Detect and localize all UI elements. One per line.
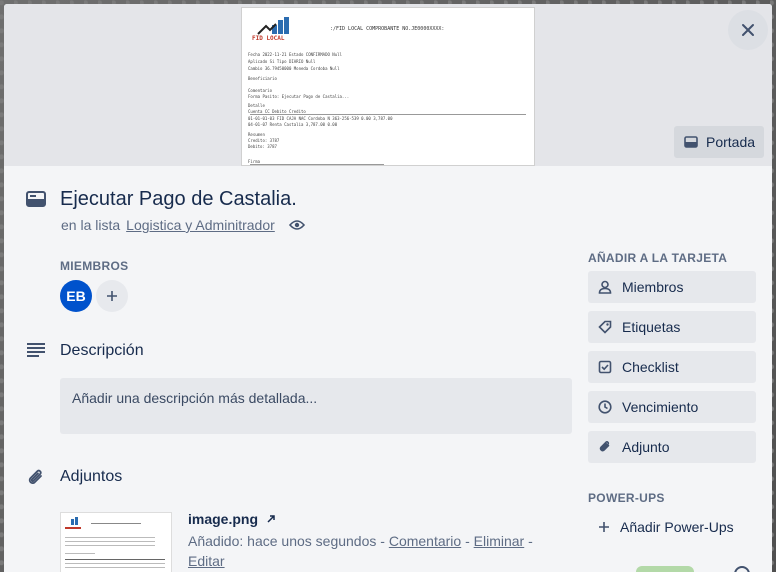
add-power-ups-label: Añadir Power-Ups [620, 519, 734, 535]
in-list-prefix: en la lista [61, 217, 121, 233]
card-detail-modal: FID LOCAL :/FID LOCAL COMPROBANTE NO.JE0… [4, 4, 772, 572]
attachment-thumbnail-preview [61, 513, 171, 572]
plus-icon [107, 291, 117, 301]
cover-doc-row: Aplicado Si Tipo DIARIO Null [248, 59, 316, 64]
cover-doc-row: Cambio 36.79450000 Moneda Cordoba Null [248, 66, 340, 71]
card-icon [26, 191, 46, 207]
eye-icon[interactable] [288, 219, 305, 231]
checkbox-icon [598, 360, 612, 374]
card-title[interactable]: Ejecutar Pago de Castalia. [60, 188, 297, 211]
cover-button-label: Portada [706, 134, 756, 150]
attachment-file-name[interactable]: image.png [188, 511, 258, 527]
description-field[interactable]: Añadir una descripción más detallada... [60, 378, 572, 434]
cover-doc-row: Firma [248, 159, 261, 164]
cover-doc-rule [250, 114, 526, 115]
attachment-name[interactable]: image.png [188, 511, 276, 527]
close-icon [742, 24, 754, 36]
description-title: Descripción [60, 342, 144, 359]
sidebar-attachment-button[interactable]: Adjunto [588, 431, 756, 463]
cover-doc-row: Fecha 2022-11-21 Estado CONFIRMADO Null [248, 52, 342, 57]
external-link-icon[interactable] [266, 514, 276, 524]
members-label: MIEMBROS [60, 259, 129, 273]
attachment-separator: - [528, 533, 533, 549]
avatar[interactable]: EB [60, 280, 92, 312]
sidebar-due-date-button[interactable]: Vencimiento [588, 391, 756, 423]
card-list-info: en la lista Logistica y Adminitrador [61, 217, 305, 233]
cover-doc-row: Detalle [248, 103, 265, 108]
sidebar-members-button[interactable]: Miembros [588, 271, 756, 303]
sidebar-attachment-label: Adjunto [622, 439, 670, 455]
cover-doc-row: Debito: 3787 [248, 144, 277, 149]
cover-doc-row: 04-01-07 Renta Castalia 3,787.00 0.00 [248, 122, 338, 127]
person-icon [598, 280, 612, 294]
cover-doc-header: :/FID LOCAL COMPROBANTE NO.JE0000XXXX: [330, 26, 445, 32]
attachment-added-text: Añadido: hace unos segundos - [188, 533, 385, 549]
sidebar-members-label: Miembros [622, 279, 684, 295]
attachment-thumbnail[interactable] [60, 512, 172, 572]
add-member-button[interactable] [96, 280, 128, 312]
description-icon [27, 343, 45, 357]
clock-icon [598, 400, 612, 414]
plus-icon [599, 522, 609, 532]
sidebar-checklist-label: Checklist [622, 359, 679, 375]
cover-doc-row: Resumen [248, 132, 265, 137]
cover-doc-signature-line [250, 164, 384, 165]
add-to-card-label: AÑADIR A LA TARJETA [588, 251, 728, 265]
attachment-separator: - [465, 533, 470, 549]
sidebar-checklist-button[interactable]: Checklist [588, 351, 756, 383]
paperclip-icon [599, 441, 610, 452]
card-cover: FID LOCAL :/FID LOCAL COMPROBANTE NO.JE0… [4, 4, 772, 166]
add-power-ups-button[interactable]: Añadir Power-Ups [588, 511, 756, 543]
green-badge [636, 566, 694, 572]
sidebar-due-date-label: Vencimiento [622, 399, 699, 415]
cover-logo-text: FID LOCAL [252, 35, 285, 42]
attachment-edit-link[interactable]: Editar [188, 553, 225, 569]
paperclip-icon [28, 469, 42, 484]
cover-doc-row: Credito: 3787 [248, 138, 280, 143]
sidebar-labels-label: Etiquetas [622, 319, 681, 335]
attachment-meta: Añadido: hace unos segundos - Comentario… [188, 531, 548, 571]
attachment-delete-link[interactable]: Eliminar [474, 533, 525, 549]
cover-doc-row: Beneficiario [248, 76, 277, 81]
attachments-title: Adjuntos [60, 468, 123, 485]
close-button[interactable] [728, 10, 768, 50]
attachment-comment-link[interactable]: Comentario [389, 533, 461, 549]
power-ups-label: POWER-UPS [588, 491, 665, 505]
tag-icon [598, 320, 612, 334]
cover-doc-row: Comentario [248, 88, 273, 93]
cover-icon [684, 136, 698, 148]
list-link[interactable]: Logistica y Adminitrador [126, 217, 275, 233]
sidebar-labels-button[interactable]: Etiquetas [588, 311, 756, 343]
cover-image[interactable]: FID LOCAL :/FID LOCAL COMPROBANTE NO.JE0… [241, 7, 535, 166]
cover-button[interactable]: Portada [674, 126, 764, 158]
circle-icon[interactable] [734, 566, 750, 572]
cover-doc-row: 01-01-01-03 FID CAJA NAC Cordoba N 363-2… [248, 116, 393, 121]
cover-doc-row: Forma Pasito: Ejecutar Pago de Castalia.… [248, 94, 350, 99]
